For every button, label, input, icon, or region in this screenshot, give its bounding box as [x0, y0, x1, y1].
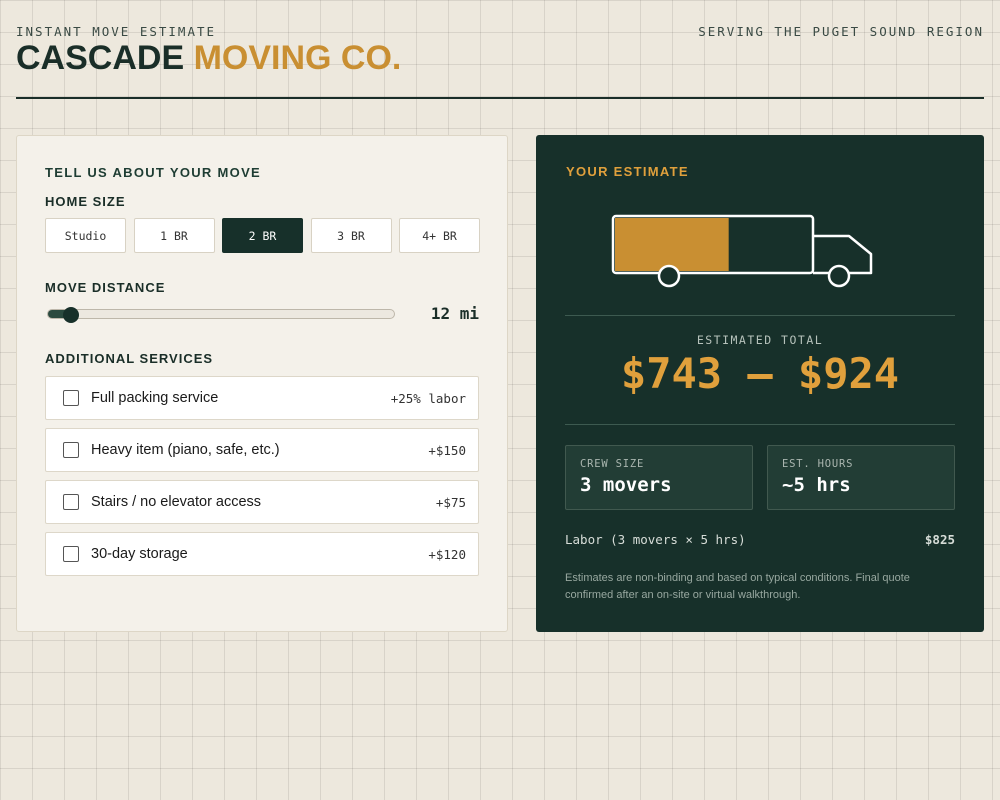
move-details-card: TELL US ABOUT YOUR MOVE HOME SIZE Studio… — [16, 135, 508, 632]
divider — [565, 424, 955, 425]
estimated-total-label: ESTIMATED TOTAL — [696, 333, 824, 347]
est-hours-value: ~5 hrs — [782, 474, 851, 496]
estimate-card: YOUR ESTIMATE ESTIMATED TOTAL $743 – $92… — [536, 135, 984, 632]
home-size-option-4br[interactable]: 4+ BR — [399, 218, 480, 253]
checkbox[interactable] — [63, 494, 79, 510]
home-size-option-1br[interactable]: 1 BR — [133, 218, 215, 253]
service-name: Heavy item (piano, safe, etc.) — [91, 442, 280, 458]
form-title: TELL US ABOUT YOUR MOVE — [45, 165, 262, 180]
distance-value: 12 mi — [430, 304, 479, 323]
estimate-title: YOUR ESTIMATE — [566, 164, 689, 179]
crew-size-value: 3 movers — [580, 474, 672, 496]
service-price: +$150 — [428, 443, 466, 458]
home-size-label: HOME SIZE — [45, 194, 126, 209]
service-price: +$75 — [435, 495, 466, 510]
crew-size-label: CREW SIZE — [580, 458, 645, 470]
checkbox[interactable] — [63, 442, 79, 458]
truck-icon — [611, 214, 873, 288]
service-option-stairs[interactable]: Stairs / no elevator access +$75 — [45, 480, 479, 524]
home-size-option-studio[interactable]: Studio — [45, 218, 126, 253]
service-price: +25% labor — [390, 391, 466, 406]
truck-load-fill — [615, 218, 729, 271]
service-option-packing[interactable]: Full packing service +25% labor — [45, 376, 479, 420]
service-option-storage[interactable]: 30-day storage +$120 — [45, 532, 479, 576]
brand-primary: CASCADE — [16, 39, 185, 77]
labor-line-label: Labor (3 movers × 5 hrs) — [565, 532, 746, 547]
service-price: +$120 — [428, 547, 466, 562]
checkbox[interactable] — [63, 546, 79, 562]
service-option-heavy-item[interactable]: Heavy item (piano, safe, etc.) +$150 — [45, 428, 479, 472]
crew-size-box: CREW SIZE 3 movers — [565, 445, 753, 510]
estimate-disclaimer: Estimates are non-binding and based on t… — [565, 572, 910, 601]
service-name: 30-day storage — [91, 546, 188, 562]
service-region: SERVING THE PUGET SOUND REGION — [698, 24, 984, 39]
header-kicker: INSTANT MOVE ESTIMATE — [16, 24, 217, 39]
divider — [565, 315, 955, 316]
labor-line-amount: $825 — [924, 532, 955, 547]
service-name: Stairs / no elevator access — [91, 494, 262, 510]
checkbox[interactable] — [63, 390, 79, 406]
brand-accent: MOVING CO. — [193, 39, 402, 77]
brand-title: CASCADE MOVING CO. — [16, 38, 401, 78]
service-name: Full packing service — [91, 390, 219, 406]
distance-slider-track[interactable] — [47, 309, 395, 319]
estimated-total-value: $743 – $924 — [620, 349, 900, 398]
est-hours-label: EST. HOURS — [782, 458, 854, 470]
home-size-option-2br[interactable]: 2 BR — [222, 218, 303, 253]
services-label: ADDITIONAL SERVICES — [45, 351, 214, 366]
home-size-option-3br[interactable]: 3 BR — [310, 218, 392, 253]
page-header: INSTANT MOVE ESTIMATE CASCADE MOVING CO.… — [16, 0, 984, 99]
distance-label: MOVE DISTANCE — [45, 280, 166, 295]
est-hours-box: EST. HOURS ~5 hrs — [767, 445, 955, 510]
distance-slider-thumb[interactable] — [63, 307, 80, 323]
